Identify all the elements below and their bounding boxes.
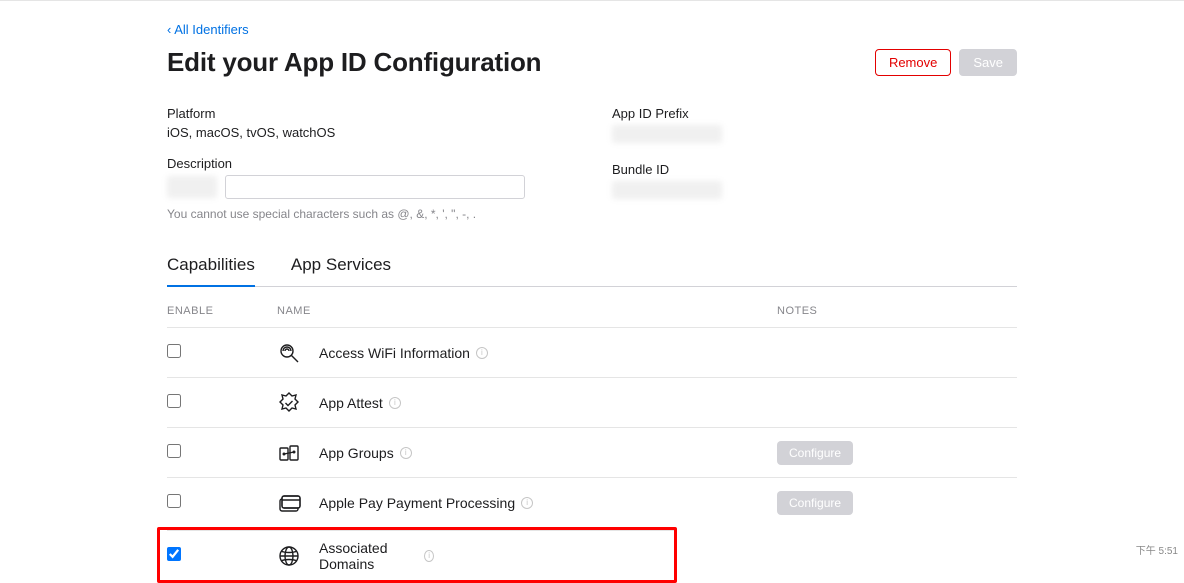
- capability-name: Access WiFi Informationi: [319, 345, 488, 361]
- remove-button[interactable]: Remove: [875, 49, 951, 76]
- attest-icon: [277, 391, 301, 415]
- description-hint: You cannot use special characters such a…: [167, 207, 572, 221]
- capability-row: Access WiFi Informationi: [167, 327, 1017, 377]
- info-icon[interactable]: i: [389, 397, 401, 409]
- globe-icon: [277, 544, 301, 568]
- col-enable: ENABLE: [167, 305, 277, 317]
- description-input[interactable]: [225, 175, 525, 199]
- capability-name: Associated Domainsi: [319, 540, 434, 572]
- tab-app-services[interactable]: App Services: [291, 255, 391, 286]
- capability-row: App Groupsi Configure: [167, 427, 1017, 477]
- info-icon[interactable]: i: [521, 497, 533, 509]
- groups-icon: [277, 441, 301, 465]
- back-link[interactable]: All Identifiers: [167, 22, 249, 37]
- bundle-label: Bundle ID: [612, 162, 1017, 177]
- pay-icon: [277, 491, 301, 515]
- capability-checkbox[interactable]: [167, 394, 181, 408]
- capability-name: App Groupsi: [319, 445, 412, 461]
- description-redacted: [167, 176, 217, 198]
- col-notes: NOTES: [777, 305, 1017, 317]
- bundle-redacted: [612, 181, 722, 199]
- col-name: NAME: [277, 305, 777, 317]
- configure-button[interactable]: Configure: [777, 491, 853, 515]
- tab-capabilities[interactable]: Capabilities: [167, 255, 255, 287]
- prefix-redacted: [612, 125, 722, 143]
- info-icon[interactable]: i: [424, 550, 434, 562]
- page-title: Edit your App ID Configuration: [167, 47, 541, 78]
- capability-checkbox[interactable]: [167, 494, 181, 508]
- capability-checkbox[interactable]: [167, 444, 181, 458]
- prefix-label: App ID Prefix: [612, 106, 1017, 121]
- capability-row: Apple Pay Payment Processingi Configure: [167, 477, 1017, 527]
- configure-button[interactable]: Configure: [777, 441, 853, 465]
- wifi-search-icon: [277, 341, 301, 365]
- description-label: Description: [167, 156, 572, 171]
- save-button[interactable]: Save: [959, 49, 1017, 76]
- platform-value: iOS, macOS, tvOS, watchOS: [167, 125, 572, 140]
- info-icon[interactable]: i: [400, 447, 412, 459]
- capability-name: Apple Pay Payment Processingi: [319, 495, 533, 511]
- info-icon[interactable]: i: [476, 347, 488, 359]
- capability-row: Associated Domainsi: [167, 530, 674, 580]
- platform-label: Platform: [167, 106, 572, 121]
- capability-checkbox[interactable]: [167, 344, 181, 358]
- capability-row: App Attesti: [167, 377, 1017, 427]
- clock-time: 下午 5:51: [1136, 546, 1178, 557]
- capability-name: App Attesti: [319, 395, 401, 411]
